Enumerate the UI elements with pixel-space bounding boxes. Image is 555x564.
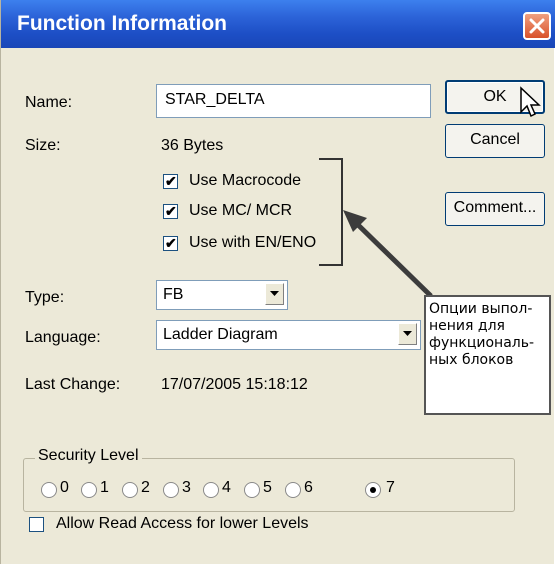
radio-label: 1	[100, 479, 109, 496]
radio-label: 4	[222, 479, 231, 496]
annotation-line: Опции выпол-	[429, 301, 533, 317]
callout-arrow	[343, 210, 433, 298]
checkmark-icon: ✔	[165, 203, 177, 219]
close-icon	[529, 18, 545, 34]
radio-label: 3	[182, 479, 191, 496]
size-label: Size:	[25, 137, 61, 154]
last-change-label: Last Change:	[25, 376, 121, 393]
radio-label: 7	[386, 479, 395, 496]
checkbox[interactable]	[29, 517, 44, 532]
window-title: Function Information	[17, 12, 227, 35]
comment-button[interactable]: Comment...	[445, 192, 545, 226]
radio-button[interactable]	[203, 482, 219, 498]
radio-button[interactable]	[285, 482, 301, 498]
radio-button[interactable]	[163, 482, 179, 498]
annotation-callout: Опции выпол- нения для функциональ- ных …	[424, 295, 551, 415]
radio-button[interactable]	[41, 482, 57, 498]
comment-label: Comment...	[453, 199, 537, 216]
radio-button[interactable]	[122, 482, 138, 498]
checkmark-icon: ✔	[165, 173, 177, 189]
cancel-label: Cancel	[470, 131, 520, 148]
checkbox[interactable]: ✔	[163, 235, 178, 251]
cancel-button[interactable]: Cancel	[445, 124, 545, 158]
title-bar[interactable]: Function Information	[1, 0, 555, 48]
option-label: Use MC/ MCR	[189, 202, 293, 219]
radio-label: 6	[304, 479, 313, 496]
option-label: Use with EN/ENO	[189, 234, 317, 251]
radio-label: 0	[60, 479, 69, 496]
option-label: Use Macrocode	[189, 172, 302, 189]
name-input[interactable]: STAR_DELTA	[156, 84, 431, 118]
annotation-line: нения для	[429, 318, 505, 334]
last-change-value: 17/07/2005 15:18:12	[161, 376, 308, 393]
allow-read-access-label: Allow Read Access for lower Levels	[56, 515, 309, 532]
checkbox[interactable]: ✔	[163, 173, 178, 189]
function-information-dialog: Function Information Name: STAR_DELTA Si…	[0, 0, 555, 564]
checkmark-icon: ✔	[165, 235, 177, 251]
name-value: STAR_DELTA	[165, 91, 265, 108]
radio-button[interactable]	[244, 482, 260, 498]
mouse-cursor-icon	[520, 86, 541, 118]
security-level-title: Security Level	[35, 447, 142, 465]
language-label: Language:	[25, 329, 101, 346]
radio-button-selected[interactable]	[365, 482, 381, 498]
close-button[interactable]	[523, 12, 551, 40]
checkbox[interactable]: ✔	[163, 203, 178, 219]
dropdown-arrow-icon[interactable]	[398, 323, 417, 345]
radio-label: 2	[141, 479, 150, 496]
type-label: Type:	[25, 289, 65, 306]
language-value: Ladder Diagram	[163, 326, 278, 343]
size-value: 36 Bytes	[161, 137, 224, 154]
radio-label: 5	[263, 479, 272, 496]
dropdown-arrow-icon[interactable]	[265, 283, 284, 305]
radio-dot-icon	[370, 487, 376, 493]
type-select[interactable]: FB	[156, 280, 288, 310]
radio-button[interactable]	[81, 482, 97, 498]
annotation-line: ных блоков	[429, 352, 514, 368]
type-value: FB	[163, 286, 184, 303]
ok-label: OK	[483, 88, 507, 105]
name-label: Name:	[25, 94, 73, 111]
annotation-line: функциональ-	[429, 335, 535, 351]
language-select[interactable]: Ladder Diagram	[156, 320, 421, 350]
